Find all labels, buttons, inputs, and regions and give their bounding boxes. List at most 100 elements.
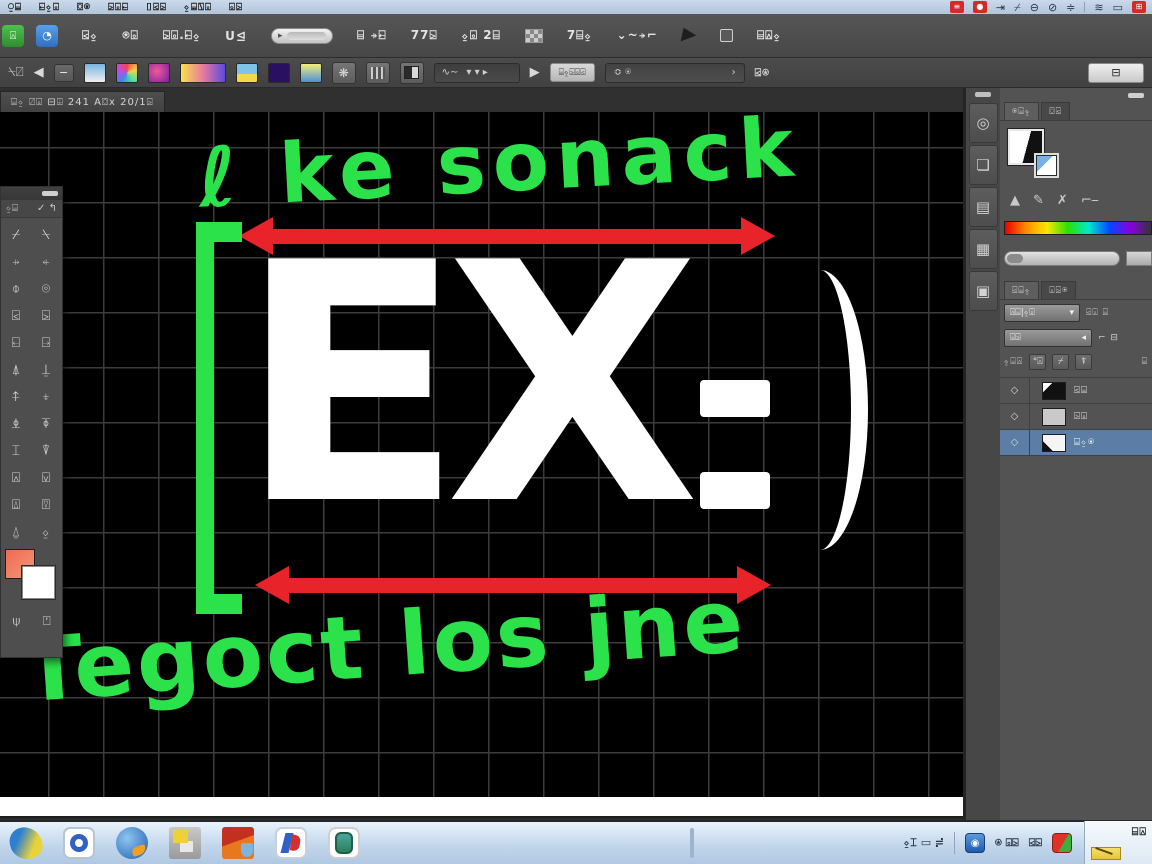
lock-transparency-button[interactable]: °⍓: [1029, 354, 1046, 370]
tool-button[interactable]: ⍄: [31, 302, 61, 329]
fill-dropdown[interactable]: ⌺⍄ ◂: [1004, 329, 1092, 347]
fill-icons[interactable]: ⌐ ⊟: [1098, 333, 1119, 343]
visibility-toggle-icon[interactable]: ◇: [1000, 430, 1030, 455]
minimize-pill-icon[interactable]: [42, 191, 58, 196]
archive-app-icon[interactable]: [328, 827, 360, 859]
collapse-button[interactable]: −: [54, 64, 74, 82]
layer-name[interactable]: ⌸⍚⍟: [1074, 437, 1095, 448]
tool-button[interactable]: ⍙: [1, 518, 31, 545]
tool-button[interactable]: ⌶: [1, 437, 31, 464]
panel-toggle-button[interactable]: ⊟: [1088, 63, 1144, 83]
tab-swatches[interactable]: ⌼⍃: [1041, 102, 1070, 120]
menu-edit[interactable]: ⍇⍚⌻: [39, 2, 60, 13]
tool-button[interactable]: ⍀: [31, 221, 61, 248]
swoosh-app-icon[interactable]: [7, 824, 45, 862]
sphere-app-icon[interactable]: [116, 827, 148, 859]
tool-button[interactable]: ⍇: [1, 329, 31, 356]
tray-red-green-icon[interactable]: [1052, 833, 1072, 853]
tab-channels[interactable]: ⌻⍄⍟: [1041, 281, 1076, 299]
list-icon[interactable]: ≑: [1066, 2, 1075, 13]
checkerboard-icon[interactable]: [525, 29, 543, 43]
red-badge-icon[interactable]: ≡: [950, 1, 964, 13]
color-slider-end[interactable]: [1126, 251, 1152, 266]
preset-thumb-4[interactable]: [236, 63, 258, 83]
tool-button[interactable]: ⍅: [31, 248, 61, 275]
frame-icon[interactable]: ▭: [1113, 2, 1123, 13]
tool-icon[interactable]: ⌿: [1014, 2, 1021, 13]
color-spectrum-bar[interactable]: [1004, 221, 1152, 235]
preset-thumb-1[interactable]: [84, 63, 106, 83]
tool-button[interactable]: ⌾: [31, 275, 61, 302]
gradient-strip-thumb[interactable]: [180, 63, 226, 83]
lock-pixels-button[interactable]: ⌿: [1052, 354, 1069, 370]
layer-name[interactable]: ⍄⌻: [1074, 411, 1088, 422]
tool-preset-button[interactable]: ⍃⍚: [82, 28, 98, 43]
menu-filter[interactable]: ⍚⌸⍂⌻: [184, 2, 212, 13]
opacity-slider[interactable]: ▸: [271, 28, 333, 44]
document-app-icon[interactable]: [275, 827, 307, 859]
brush-options-dropdown[interactable]: ∿∼ ▾ ▾ ▸: [434, 63, 520, 83]
zoom-out-icon[interactable]: ⊖: [1030, 2, 1039, 13]
tool-button[interactable]: ⍓: [1, 464, 31, 491]
dock-minimize-pill[interactable]: [975, 92, 991, 97]
tab-color[interactable]: ⍟⌸⍚: [1004, 102, 1039, 120]
mode-button[interactable]: ⍟⌻: [122, 28, 138, 43]
background-color-swatch[interactable]: [22, 566, 55, 599]
visibility-toggle-icon[interactable]: ◇: [1000, 378, 1030, 403]
grid-app-icon[interactable]: [169, 827, 201, 859]
menu-layer[interactable]: ⍄⌻⍇: [108, 2, 129, 13]
dock-panel-button[interactable]: ▦: [969, 229, 998, 269]
save-settings-button[interactable]: ⌸⍚⍄⌻⍃: [550, 63, 595, 82]
layer-row-3-selected[interactable]: ◇ ⌸⍚⍟: [1000, 430, 1152, 456]
tool-button[interactable]: ⍕: [31, 410, 61, 437]
screenmode-tool-button[interactable]: ⍞: [43, 614, 51, 629]
disable-icon[interactable]: ⊘: [1048, 2, 1057, 13]
dock-panel-button[interactable]: ◎: [969, 103, 998, 143]
star-tool-button[interactable]: ❋: [332, 62, 356, 84]
taskbar-separator[interactable]: [690, 828, 694, 858]
lock-position-button[interactable]: ⍒: [1075, 354, 1092, 370]
menu-select[interactable]: ⌷⍃⍄: [146, 2, 167, 13]
size-option-button[interactable]: ⍄⌻.⍇⍚: [163, 28, 201, 43]
tool-button[interactable]: ⌿: [1, 221, 31, 248]
preset-thumb-6[interactable]: [300, 63, 322, 83]
tray-volume-text[interactable]: ⍃⍄: [1029, 836, 1042, 850]
dock-panel-button[interactable]: ▤: [969, 187, 998, 227]
menu-file[interactable]: ⍜⌸: [8, 2, 22, 13]
blend-mode-dropdown[interactable]: ⍓⌸|⍚⌻ ▾: [1004, 304, 1080, 322]
airbrush-checkbox[interactable]: [720, 29, 733, 42]
menu-image[interactable]: ⌼⍟: [77, 2, 91, 13]
palette-actions[interactable]: ✓ ↰: [37, 203, 57, 214]
tool-button[interactable]: ⍖: [31, 383, 61, 410]
document-tab[interactable]: ⌸⍚ ⍁⌻ ⊟⌹ 241 A⌼x 20/1⍄: [0, 91, 165, 112]
slider-track[interactable]: [287, 32, 326, 40]
wave-icon[interactable]: ≋: [1094, 2, 1103, 13]
tool-button[interactable]: ⍍: [1, 491, 31, 518]
smoothing-option[interactable]: ⍚⌻ 2⌸: [462, 28, 501, 43]
color-panel-icon[interactable]: ▲: [1010, 193, 1020, 208]
dock-panel-button[interactable]: ▣: [969, 271, 998, 311]
mask-tool-button[interactable]: [400, 62, 424, 84]
play-arrow-icon[interactable]: ▶: [530, 65, 540, 80]
color-thumbnail-small[interactable]: [1036, 155, 1057, 176]
language-bar[interactable]: ⌸⍓: [1084, 821, 1152, 864]
color-panel-icon[interactable]: ✗: [1057, 193, 1068, 208]
tool-button[interactable]: ⍆: [1, 248, 31, 275]
workspace-dropdown[interactable]: ≎ ⍟ ›: [605, 63, 745, 83]
tool-button[interactable]: ⌽: [1, 275, 31, 302]
tab-layers[interactable]: ⍃⌸⍚: [1004, 281, 1039, 299]
value-77[interactable]: 77⍄: [411, 28, 438, 43]
pressure-option[interactable]: ⌄~⍆⌐: [617, 28, 658, 43]
launch-icon[interactable]: ⇥: [996, 2, 1005, 13]
tower-app-icon[interactable]: [222, 827, 254, 859]
layer-thumbnail[interactable]: [1042, 382, 1066, 400]
angle-option[interactable]: 7⌸⍚: [567, 28, 593, 43]
tray-blue-icon[interactable]: ◉: [965, 833, 985, 853]
tool-button[interactable]: ⍊: [31, 356, 61, 383]
tray-status-text[interactable]: ⍚⌶ ▭ ≓: [904, 836, 944, 850]
tool-button[interactable]: ⍔: [31, 491, 61, 518]
green-app-icon[interactable]: ⍓: [2, 25, 24, 47]
color-slider[interactable]: [1004, 251, 1120, 266]
preset-thumb-2[interactable]: [116, 63, 138, 83]
preset-thumb-5[interactable]: [268, 63, 290, 83]
